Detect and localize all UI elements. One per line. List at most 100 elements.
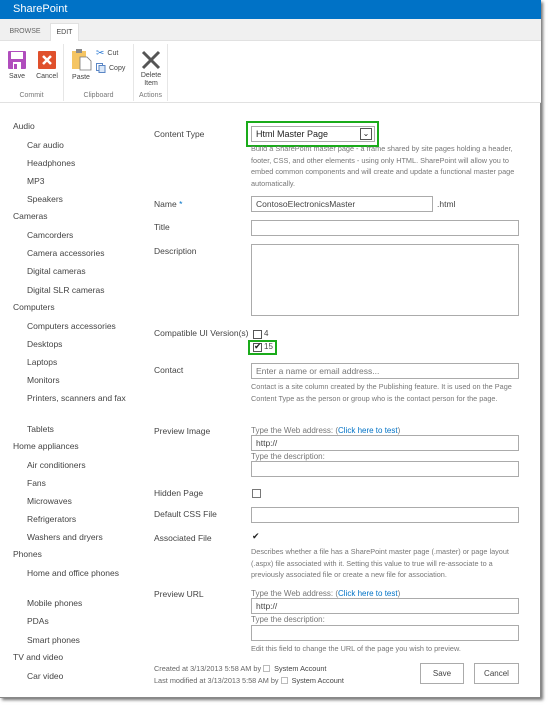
preview-url-desc-label: Type the description: (251, 615, 325, 624)
content-type-value: Html Master Page (256, 129, 329, 139)
copy-button[interactable]: Copy (96, 63, 125, 73)
nav-item[interactable]: Refrigerators (27, 513, 127, 525)
preview-url-desc-input[interactable] (251, 625, 519, 641)
ribbon-group-actions: Delete Item Actions (134, 44, 168, 101)
tab-browse[interactable]: BROWSE (5, 23, 45, 41)
nav-item[interactable]: Printers, scanners and fax (27, 392, 127, 404)
contact-label: Contact (154, 365, 184, 375)
preview-image-desc-input[interactable] (251, 461, 519, 477)
nav-item[interactable]: Fans (27, 477, 127, 489)
modified-by[interactable]: System Account (292, 676, 344, 685)
created-info: Created at 3/13/2013 5:58 AM by System A… (154, 664, 326, 673)
nav-heading-home-appliances[interactable]: Home appliances (13, 441, 79, 451)
title-input[interactable] (251, 220, 519, 236)
nav-item[interactable]: Headphones (27, 157, 127, 169)
name-input[interactable]: ContosoElectronicsMaster (251, 196, 433, 212)
default-css-input[interactable] (251, 507, 519, 523)
nav-item[interactable]: Mobile phones (27, 597, 127, 609)
hidden-page-label: Hidden Page (154, 488, 204, 498)
address-prompt: Type the Web address: ( (251, 589, 339, 598)
save-button[interactable]: Save (420, 663, 464, 684)
contact-input[interactable]: Enter a name or email address... (251, 363, 519, 379)
default-css-label: Default CSS File (154, 509, 217, 519)
app-title: SharePoint (13, 3, 68, 15)
nav-item[interactable]: PDAs (27, 615, 127, 627)
nav-heading-tv-video[interactable]: TV and video (13, 652, 63, 662)
chevron-down-icon: ⌄ (360, 128, 372, 140)
cancel-icon (38, 51, 56, 69)
ribbon: Save Cancel Commit Paste ✂ Cut Copy Clip… (0, 41, 541, 103)
nav-item[interactable]: Smart phones (27, 634, 127, 646)
preview-url-test-link[interactable]: Click here to test (338, 589, 398, 598)
copy-label: Copy (109, 64, 126, 72)
nav-item[interactable]: Microwaves (27, 495, 127, 507)
nav-item[interactable]: Tablets (27, 423, 127, 435)
cancel-button[interactable]: Cancel (474, 663, 519, 684)
name-label-text: Name (154, 199, 177, 209)
hidden-page-checkbox[interactable] (252, 489, 261, 498)
cut-button[interactable]: ✂ Cut (96, 48, 118, 59)
content-type-help: Build a SharePoint master page - a frame… (251, 144, 515, 188)
actions-group-label: Actions (139, 92, 162, 99)
nav-item[interactable]: Desktops (27, 338, 127, 350)
commit-group-label: Commit (19, 92, 44, 99)
compat-15-label: 15 (264, 342, 273, 351)
ribbon-group-clipboard: Paste ✂ Cut Copy Clipboard (64, 44, 134, 101)
nav-item[interactable]: Laptops (27, 356, 127, 368)
delete-label-2: Item (144, 80, 158, 87)
description-textarea[interactable] (251, 244, 519, 316)
content-type-label: Content Type (154, 129, 205, 139)
title-bar: SharePoint (0, 0, 541, 19)
save-ribbon-label: Save (9, 73, 25, 80)
associated-file-label: Associated File (154, 533, 212, 543)
nav-heading-computers[interactable]: Computers (13, 302, 55, 312)
nav-heading-phones[interactable]: Phones (13, 549, 42, 559)
delete-item-button[interactable]: Delete Item (136, 50, 166, 88)
tab-edit[interactable]: EDIT (50, 23, 79, 42)
compat-4-checkbox[interactable] (253, 330, 262, 339)
compat-4-label: 4 (264, 329, 269, 338)
modified-text: Last modified at 3/13/2013 5:58 AM by (154, 676, 279, 685)
preview-image-test-link[interactable]: Click here to test (338, 426, 398, 435)
clipboard-group-label: Clipboard (83, 92, 114, 99)
copy-icon (96, 63, 106, 73)
nav-item[interactable]: Home and office phones (27, 567, 127, 579)
nav-item[interactable]: Digital cameras (27, 265, 127, 277)
nav-item[interactable]: Speakers (27, 193, 127, 205)
paste-label: Paste (72, 74, 90, 81)
cancel-ribbon-label: Cancel (36, 73, 58, 80)
associated-file-checkbox[interactable] (252, 531, 261, 543)
nav-item[interactable]: Washers and dryers (27, 531, 127, 543)
nav-item[interactable]: Monitors (27, 374, 127, 386)
nav-heading-cameras[interactable]: Cameras (13, 211, 47, 221)
preview-url-address-label: Type the Web address: (Click here to tes… (251, 589, 400, 598)
save-ribbon-button[interactable]: Save (5, 50, 29, 80)
associated-file-help: Describes whether a file has a SharePoin… (251, 547, 509, 579)
nav-item[interactable]: Car audio (27, 139, 127, 151)
preview-image-url-input[interactable]: http:// (251, 435, 519, 451)
created-by[interactable]: System Account (274, 664, 326, 673)
delete-label-1: Delete (140, 72, 162, 79)
compat-label: Compatible UI Version(s) (154, 328, 249, 338)
nav-item[interactable]: Air conditioners (27, 459, 127, 471)
nav-heading-audio[interactable]: Audio (13, 121, 35, 131)
title-label: Title (154, 222, 170, 232)
preview-url-input[interactable]: http:// (251, 598, 519, 614)
ribbon-tabs: BROWSE EDIT (0, 19, 541, 42)
paste-button[interactable]: Paste (70, 47, 92, 81)
nav-item[interactable]: Camcorders (27, 229, 127, 241)
cancel-ribbon-button[interactable]: Cancel (33, 50, 61, 80)
nav-item[interactable]: MP3 (27, 175, 127, 187)
nav-item[interactable]: Computers accessories (27, 320, 127, 332)
preview-image-desc-label: Type the description: (251, 452, 325, 461)
address-prompt-close: ) (397, 589, 401, 598)
required-marker: * (179, 199, 183, 209)
compat-15-checkbox[interactable] (253, 341, 262, 352)
nav-item[interactable]: Camera accessories (27, 247, 127, 259)
nav-item[interactable]: Car video (27, 670, 127, 682)
content-type-select[interactable]: Html Master Page ⌄ (251, 126, 375, 142)
address-prompt: Type the Web address: ( (251, 426, 339, 435)
save-icon (8, 51, 26, 69)
nav-item[interactable]: Digital SLR cameras (27, 284, 127, 296)
name-suffix: .html (437, 199, 456, 209)
